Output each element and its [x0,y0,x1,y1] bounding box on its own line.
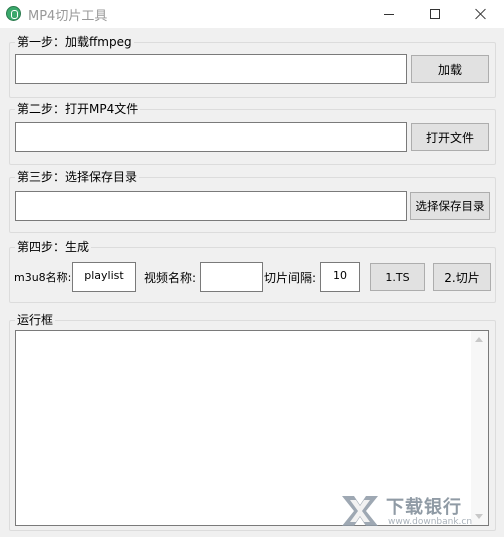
watermark: 下载银行 www.downbank.cn [338,490,498,532]
app-icon [6,6,21,21]
video-name-label: 视频名称: [144,271,197,285]
select-save-dir-button[interactable]: 选择保存目录 [410,192,490,220]
mp4-path-input[interactable] [15,122,407,152]
slice-interval-input[interactable]: 10 [320,262,360,292]
close-icon [475,8,487,20]
m3u8-name-input[interactable]: playlist [72,262,136,292]
save-dir-input[interactable] [15,191,407,221]
step2-legend: 第二步：打开MP4文件 [15,101,141,117]
watermark-url: www.downbank.cn [388,517,473,527]
minimize-icon [384,13,394,15]
maximize-icon [430,9,440,19]
minimize-button[interactable] [366,0,412,28]
step3-legend: 第三步：选择保存目录 [15,169,140,185]
title-bar: MP4切片工具 [0,0,504,28]
load-ffmpeg-button[interactable]: 加载 [411,55,489,83]
watermark-logo-icon [342,496,378,526]
slice-button[interactable]: 2.切片 [433,263,491,291]
watermark-text: 下载银行 [386,497,462,518]
step1-legend: 第一步：加载ffmpeg [15,34,134,50]
m3u8-name-label: m3u8名称: [14,271,72,284]
ts-button[interactable]: 1.TS [370,263,425,291]
video-name-input[interactable] [200,262,263,292]
open-file-button[interactable]: 打开文件 [411,123,489,151]
close-button[interactable] [458,0,504,28]
scroll-up-arrow-icon[interactable] [475,337,483,342]
log-legend: 运行框 [15,312,56,328]
step4-legend: 第四步：生成 [15,239,92,255]
slice-interval-label: 切片间隔: [264,271,317,285]
ffmpeg-path-input[interactable] [15,54,407,84]
window-title: MP4切片工具 [28,9,108,24]
maximize-button[interactable] [412,0,458,28]
